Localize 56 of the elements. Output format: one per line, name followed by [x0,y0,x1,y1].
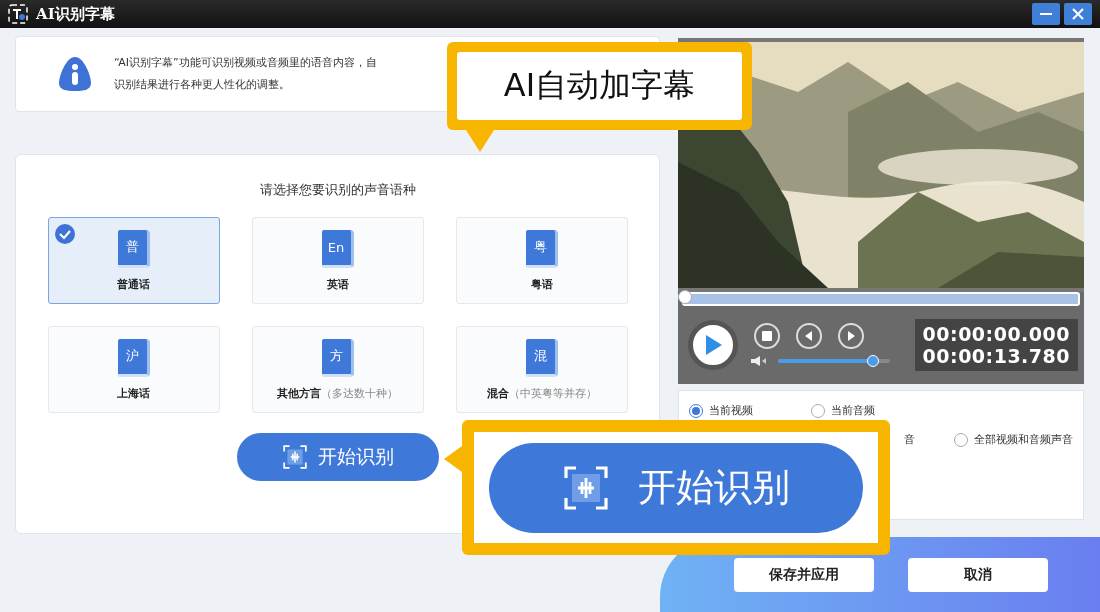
language-option[interactable]: 沪 上海话 [47,326,220,413]
book-icon: En [321,229,354,268]
start-button[interactable]: 开始识别 [236,433,439,481]
radio-button[interactable] [689,403,703,418]
left-triangle-icon [803,330,815,342]
language-option[interactable]: 普 普通话 [47,217,220,304]
language-label: 其他方言（多达数十种） [277,385,398,401]
language-option[interactable]: 粤 粤语 [455,217,628,304]
stop-button[interactable] [754,323,780,349]
language-label: 混合（中英粤等并存） [486,385,597,401]
save-apply-button[interactable]: 保存并应用 [734,557,874,592]
total-time: 00:00:13.780 [922,345,1070,367]
info-text: “AI识别字幕”功能可识别视频或音频里的语音内容，自 [114,55,377,71]
previous-frame-button[interactable] [796,323,822,349]
window-title: AI识别字幕 [36,4,115,24]
info-icon [58,56,92,92]
language-label: 普通话 [117,276,150,292]
language-label: 英语 [326,276,349,292]
check-icon [54,224,75,244]
volume-handle[interactable] [867,355,880,367]
book-icon: 方 [321,338,354,377]
close-icon [1072,8,1084,20]
start-button-enlarged[interactable]: 开始识别 [489,442,863,533]
language-label: 上海话 [117,385,150,401]
book-icon: 沪 [117,338,150,377]
option-label[interactable]: 当前音频 [831,403,875,418]
volume-icon [750,355,768,367]
language-label: 粤语 [530,276,553,292]
play-icon [703,334,723,356]
panel-heading: 请选择您要识别的声音语种 [259,181,416,199]
close-button[interactable] [1064,3,1092,25]
current-time: 00:00:00.000 [922,323,1070,345]
scan-wave-icon [562,463,610,512]
book-icon: 普 [117,229,150,268]
language-option[interactable]: En 英语 [251,217,424,304]
app-logo-icon [8,4,28,24]
right-triangle-icon [845,330,857,342]
scan-wave-icon [281,444,308,470]
cancel-button[interactable]: 取消 [908,557,1048,592]
minimize-icon [1040,13,1052,15]
book-icon: 混 [525,338,558,377]
radio-button[interactable] [811,403,825,418]
progress-handle[interactable] [678,290,692,304]
minimize-button[interactable] [1032,3,1060,25]
option-label: 音 [904,432,915,447]
next-frame-button[interactable] [838,323,864,349]
option-label[interactable]: 当前视频 [709,403,753,418]
radio-button[interactable] [954,432,968,447]
language-option[interactable]: 混 混合（中英粤等并存） [455,326,628,413]
stop-icon [762,331,772,341]
info-text: 识别结果进行各种更人性化的调整。 [114,77,291,93]
option-label[interactable]: 全部视频和音频声音 [974,432,1073,447]
callout-text: AI自动加字幕 [457,52,742,120]
language-option[interactable]: 方 其他方言（多达数十种） [251,326,424,413]
book-icon: 粤 [525,229,558,268]
play-button[interactable] [688,320,738,370]
